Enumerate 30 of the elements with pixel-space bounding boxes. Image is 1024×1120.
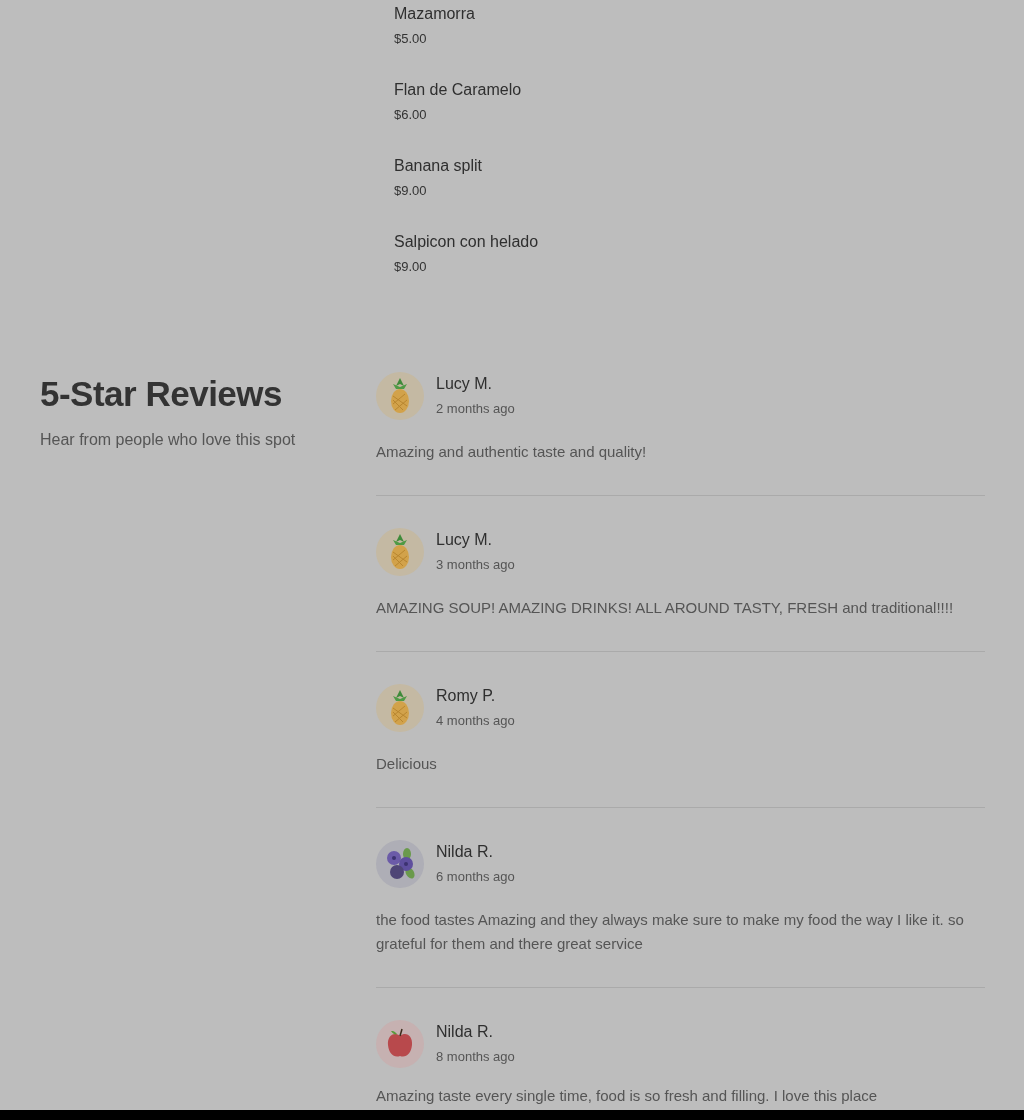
dish-price: $5.00 xyxy=(394,30,427,48)
blueberry-icon xyxy=(376,840,424,888)
reviewer-name: Nilda R. xyxy=(436,842,493,862)
review-text: Delicious xyxy=(376,754,437,774)
section-title: 5-Star Reviews xyxy=(40,373,284,415)
dish-name: Banana split xyxy=(394,156,483,176)
pineapple-icon xyxy=(376,372,424,420)
pineapple-icon xyxy=(376,528,424,576)
pineapple-icon xyxy=(376,684,424,732)
review-time: 8 months ago xyxy=(436,1048,515,1066)
review-text: the food tastes Amazing and they always make sure to make my food the way I like it. so grateful for them and there great service xyxy=(376,910,965,954)
dish-name: Mazamorra xyxy=(394,4,475,24)
dish-name: Flan de Caramelo xyxy=(394,80,522,100)
dish-name: Salpicon con helado xyxy=(394,232,539,252)
dish-price: $9.00 xyxy=(394,258,427,276)
review-time: 2 months ago xyxy=(436,400,515,418)
review-time: 3 months ago xyxy=(436,556,515,574)
review-text: Amazing taste every single time, food is so fresh and filling. I love this place xyxy=(376,1086,878,1106)
reviewer-name: Lucy M. xyxy=(436,530,492,550)
reviewer-name: Romy P. xyxy=(436,686,496,706)
review-time: 4 months ago xyxy=(436,712,515,730)
review-text: AMAZING SOUP! AMAZING DRINKS! ALL AROUND TASTY, FRESH and traditional!!!! xyxy=(376,598,954,618)
apple-icon xyxy=(376,1020,424,1068)
section-subtitle: Hear from people who love this spot xyxy=(40,430,296,450)
review-text: Amazing and authentic taste and quality! xyxy=(376,442,647,462)
dish-price: $6.00 xyxy=(394,106,427,124)
review-time: 6 months ago xyxy=(436,868,515,886)
reviewer-name: Nilda R. xyxy=(436,1022,493,1042)
dish-price: $9.00 xyxy=(394,182,427,200)
reviewer-name: Lucy M. xyxy=(436,374,492,394)
